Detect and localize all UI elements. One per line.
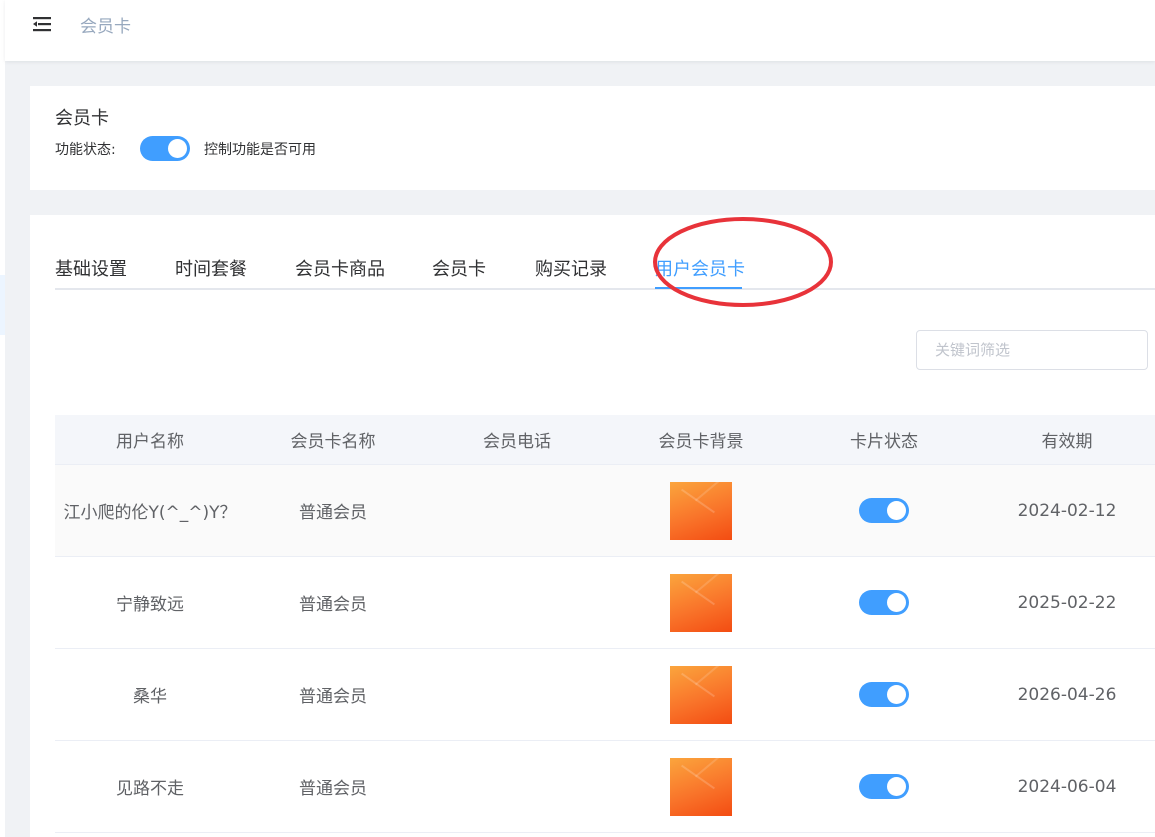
top-header: 会员卡	[5, 0, 1155, 61]
cell-card-name: 普通会员	[299, 687, 367, 707]
card-status-switch[interactable]	[859, 498, 909, 523]
main-card: 基础设置 时间套餐 会员卡商品 会员卡 购买记录 用户会员卡 用户名称 会员卡名…	[30, 215, 1155, 837]
cell-user-name: 宁静致远	[116, 595, 184, 615]
user-cards-table: 用户名称 会员卡名称 会员电话 会员卡背景 卡片状态 有效期 江小爬的伦Y(^_…	[55, 415, 1155, 833]
feature-title: 会员卡	[55, 108, 109, 129]
feature-status-switch[interactable]	[140, 136, 190, 161]
sidebar-strip	[0, 0, 5, 837]
card-status-switch[interactable]	[859, 774, 909, 799]
cell-card-name: 普通会员	[299, 503, 367, 523]
col-card-status: 卡片状态	[850, 432, 918, 452]
breadcrumb[interactable]: 会员卡	[80, 12, 131, 37]
active-tab-underline	[655, 287, 742, 289]
cell-card-status	[789, 498, 979, 523]
tab-purchase-records[interactable]: 购买记录	[535, 255, 607, 281]
cell-card-background	[613, 573, 789, 632]
cell-user-name: 见路不走	[116, 779, 184, 799]
cell-expiry: 2024-06-04	[1017, 776, 1117, 797]
card-background-image	[670, 757, 732, 816]
cell-expiry: 2025-02-22	[1017, 592, 1117, 613]
card-status-switch[interactable]	[859, 682, 909, 707]
cell-expiry: 2026-04-26	[1017, 684, 1117, 705]
sidebar-active-mark	[0, 275, 5, 335]
cell-user-name: 江小爬的伦Y(^_^)Y？	[63, 503, 237, 523]
tab-bar: 基础设置 时间套餐 会员卡商品 会员卡 购买记录 用户会员卡	[55, 215, 1155, 307]
cell-card-name: 普通会员	[299, 595, 367, 615]
tab-basic-settings[interactable]: 基础设置	[55, 255, 127, 281]
table-row: 宁静致远 普通会员 2025-02-22	[55, 557, 1155, 649]
col-phone: 会员电话	[483, 432, 551, 452]
cell-expiry: 2024-02-12	[1017, 500, 1117, 521]
tab-member-card[interactable]: 会员卡	[432, 255, 486, 281]
feature-status-label: 功能状态:	[55, 142, 116, 158]
cell-card-status	[789, 774, 979, 799]
col-expiry: 有效期	[1041, 432, 1093, 452]
cell-user-name: 桑华	[133, 687, 167, 707]
card-background-image	[670, 481, 732, 540]
cell-card-background	[613, 757, 789, 816]
table-header: 用户名称 会员卡名称 会员电话 会员卡背景 卡片状态 有效期	[55, 415, 1155, 465]
cell-card-status	[789, 682, 979, 707]
keyword-filter-input[interactable]	[916, 330, 1148, 370]
card-background-image	[670, 573, 732, 632]
cell-card-background	[613, 665, 789, 724]
hamburger-menu-icon[interactable]	[33, 16, 51, 32]
feature-status-description: 控制功能是否可用	[204, 142, 316, 158]
card-background-image	[670, 665, 732, 724]
table-row: 江小爬的伦Y(^_^)Y？ 普通会员 2024-02-12	[55, 465, 1155, 557]
table-row: 见路不走 普通会员 2024-06-04	[55, 741, 1155, 833]
col-card-background: 会员卡背景	[658, 432, 744, 452]
feature-card: 会员卡 功能状态: 控制功能是否可用	[30, 86, 1155, 190]
tab-user-member-cards[interactable]: 用户会员卡	[655, 255, 745, 281]
table-row: 桑华 普通会员 2026-04-26	[55, 649, 1155, 741]
cell-card-status	[789, 590, 979, 615]
col-user-name: 用户名称	[116, 432, 184, 452]
col-card-name: 会员卡名称	[290, 432, 376, 452]
cell-card-name: 普通会员	[299, 779, 367, 799]
tab-time-packages[interactable]: 时间套餐	[175, 255, 247, 281]
card-status-switch[interactable]	[859, 590, 909, 615]
cell-card-background	[613, 481, 789, 540]
tab-card-products[interactable]: 会员卡商品	[295, 255, 385, 281]
